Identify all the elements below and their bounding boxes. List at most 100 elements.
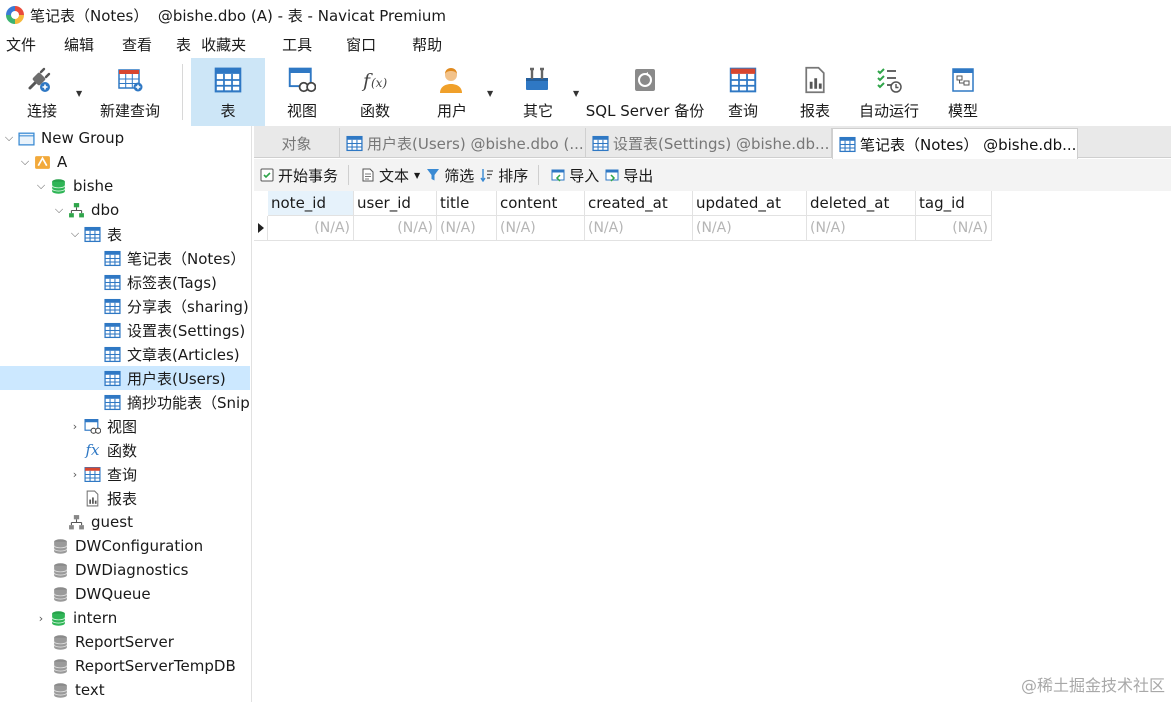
query-button[interactable]: 查询 (707, 58, 779, 126)
chevron-down-icon[interactable]: ⌵ (34, 174, 48, 198)
chevron-down-icon[interactable]: ⌵ (18, 150, 32, 174)
text-caret-icon[interactable]: ▼ (414, 171, 420, 180)
tree-database[interactable]: › intern (0, 606, 250, 630)
grid-cell[interactable]: (N/A) (807, 216, 916, 241)
backup-label: SQL Server 备份 (585, 102, 705, 120)
other-caret-icon[interactable]: ▼ (573, 89, 579, 98)
chevron-down-icon[interactable]: ⌵ (68, 222, 82, 246)
tree-database[interactable]: DWDiagnostics (0, 558, 250, 582)
menu-edit[interactable]: 编辑 (64, 34, 94, 55)
menu-view[interactable]: 查看 (122, 34, 152, 55)
report-icon (84, 490, 101, 507)
grid-cell[interactable]: (N/A) (437, 216, 497, 241)
tree-connection-a[interactable]: ⌵ A (0, 150, 250, 174)
tree-views-node[interactable]: › 视图 (0, 414, 250, 438)
tree-database[interactable]: ReportServer (0, 630, 250, 654)
tree-schema-dbo[interactable]: ⌵ dbo (0, 198, 250, 222)
schema-icon (68, 514, 85, 531)
tree-db-bishe[interactable]: ⌵ bishe (0, 174, 250, 198)
tree-label: New Group (41, 129, 125, 147)
new-query-button[interactable]: 新建查询 (86, 58, 174, 126)
filter-button[interactable]: 筛选 (426, 165, 474, 186)
tree-table-item[interactable]: 笔记表（Notes） (0, 246, 250, 270)
chevron-right-icon[interactable]: › (68, 414, 82, 438)
sort-button[interactable]: 排序 (480, 165, 528, 186)
grid-cell[interactable]: (N/A) (693, 216, 807, 241)
column-header[interactable]: created_at (585, 191, 693, 216)
begin-transaction-button[interactable]: 开始事务 (260, 165, 338, 186)
tab-users[interactable]: 用户表(Users) @bishe.dbo (... (340, 128, 586, 158)
chevron-right-icon[interactable]: › (68, 462, 82, 486)
connect-caret-icon[interactable]: ▼ (76, 89, 82, 98)
tree-reports-node[interactable]: 报表 (0, 486, 250, 510)
main-toolbar: ▼ 连接 新建查询 表 视图 f (x) 函数 ▼ 用户 ▼ 其它 SQL Se… (0, 58, 1171, 126)
function-icon: fx (85, 440, 100, 459)
chevron-down-icon[interactable]: ⌵ (52, 198, 66, 222)
tree-table-item[interactable]: 文章表(Articles) (0, 342, 250, 366)
database-icon (52, 658, 69, 675)
grid-cell[interactable]: (N/A) (497, 216, 585, 241)
grid-cell[interactable]: (N/A) (585, 216, 693, 241)
query-label: 查询 (727, 102, 758, 120)
other-button[interactable]: ▼ 其它 (497, 58, 583, 126)
table-button[interactable]: 表 (191, 58, 265, 126)
user-button[interactable]: ▼ 用户 (411, 58, 497, 126)
text-button[interactable]: 文本 ▼ (361, 165, 420, 186)
grid-cell[interactable]: (N/A) (354, 216, 437, 241)
tab-notes[interactable]: 笔记表（Notes） @bishe.db... (832, 128, 1078, 159)
column-header[interactable]: title (437, 191, 497, 216)
model-button[interactable]: 模型 (927, 58, 999, 126)
tree-schema-guest[interactable]: guest (0, 510, 250, 534)
tree-table-item-selected[interactable]: 用户表(Users) (0, 366, 250, 390)
tree-functions-node[interactable]: fx 函数 (0, 438, 250, 462)
column-header[interactable]: deleted_at (807, 191, 916, 216)
database-icon (52, 682, 69, 699)
function-button[interactable]: f (x) 函数 (339, 58, 411, 126)
connect-button[interactable]: ▼ 连接 (0, 58, 86, 126)
report-button[interactable]: 报表 (779, 58, 851, 126)
tree-database[interactable]: DWConfiguration (0, 534, 250, 558)
view-icon (84, 418, 101, 435)
menu-help[interactable]: 帮助 (412, 34, 442, 55)
menu-window[interactable]: 窗口 (346, 34, 376, 55)
toolbar-separator (538, 165, 540, 185)
tree-label: DWQueue (75, 585, 151, 603)
import-button[interactable]: 导入 (551, 165, 599, 186)
column-header[interactable]: content (497, 191, 585, 216)
tree-table-item[interactable]: 分享表（sharing) (0, 294, 250, 318)
tab-settings[interactable]: 设置表(Settings) @bishe.db... (586, 128, 832, 158)
tree-new-group[interactable]: ⌵ New Group (0, 126, 250, 150)
chevron-right-icon[interactable]: › (34, 606, 48, 630)
tab-objects[interactable]: 对象 (254, 128, 340, 158)
tree-database[interactable]: text (0, 678, 250, 702)
menu-table[interactable]: 表 (176, 34, 191, 55)
user-caret-icon[interactable]: ▼ (487, 89, 493, 98)
tree-table-item[interactable]: 摘抄功能表（Snip (0, 390, 250, 414)
column-header[interactable]: user_id (354, 191, 437, 216)
column-header[interactable]: updated_at (693, 191, 807, 216)
view-button[interactable]: 视图 (265, 58, 339, 126)
menu-tools[interactable]: 工具 (282, 34, 312, 55)
tree-table-item[interactable]: 设置表(Settings) (0, 318, 250, 342)
tree-label: A (57, 153, 68, 171)
tree-tables-node[interactable]: ⌵ 表 (0, 222, 250, 246)
column-header[interactable]: tag_id (916, 191, 992, 216)
chevron-down-icon[interactable]: ⌵ (2, 126, 16, 150)
column-header[interactable]: note_id (268, 191, 354, 216)
tree-database[interactable]: DWQueue (0, 582, 250, 606)
menu-favorites[interactable]: 收藏夹 (201, 34, 246, 55)
table-row[interactable]: (N/A) (N/A) (N/A) (N/A) (N/A) (N/A) (N/A… (254, 216, 992, 241)
automation-button[interactable]: 自动运行 (851, 58, 927, 126)
export-button[interactable]: 导出 (605, 165, 653, 186)
menu-file[interactable]: 文件 (6, 34, 36, 55)
group-folder-icon (18, 130, 35, 147)
export-icon (605, 169, 619, 182)
tree-database[interactable]: ReportServerTempDB (0, 654, 250, 678)
tab-label: 对象 (281, 134, 312, 153)
grid-cell[interactable]: (N/A) (916, 216, 992, 241)
tree-label: 摘抄功能表（Snip (127, 393, 250, 412)
sqlserver-backup-button[interactable]: SQL Server 备份 (583, 58, 707, 126)
tree-queries-node[interactable]: › 查询 (0, 462, 250, 486)
tree-table-item[interactable]: 标签表(Tags) (0, 270, 250, 294)
grid-cell[interactable]: (N/A) (268, 216, 354, 241)
